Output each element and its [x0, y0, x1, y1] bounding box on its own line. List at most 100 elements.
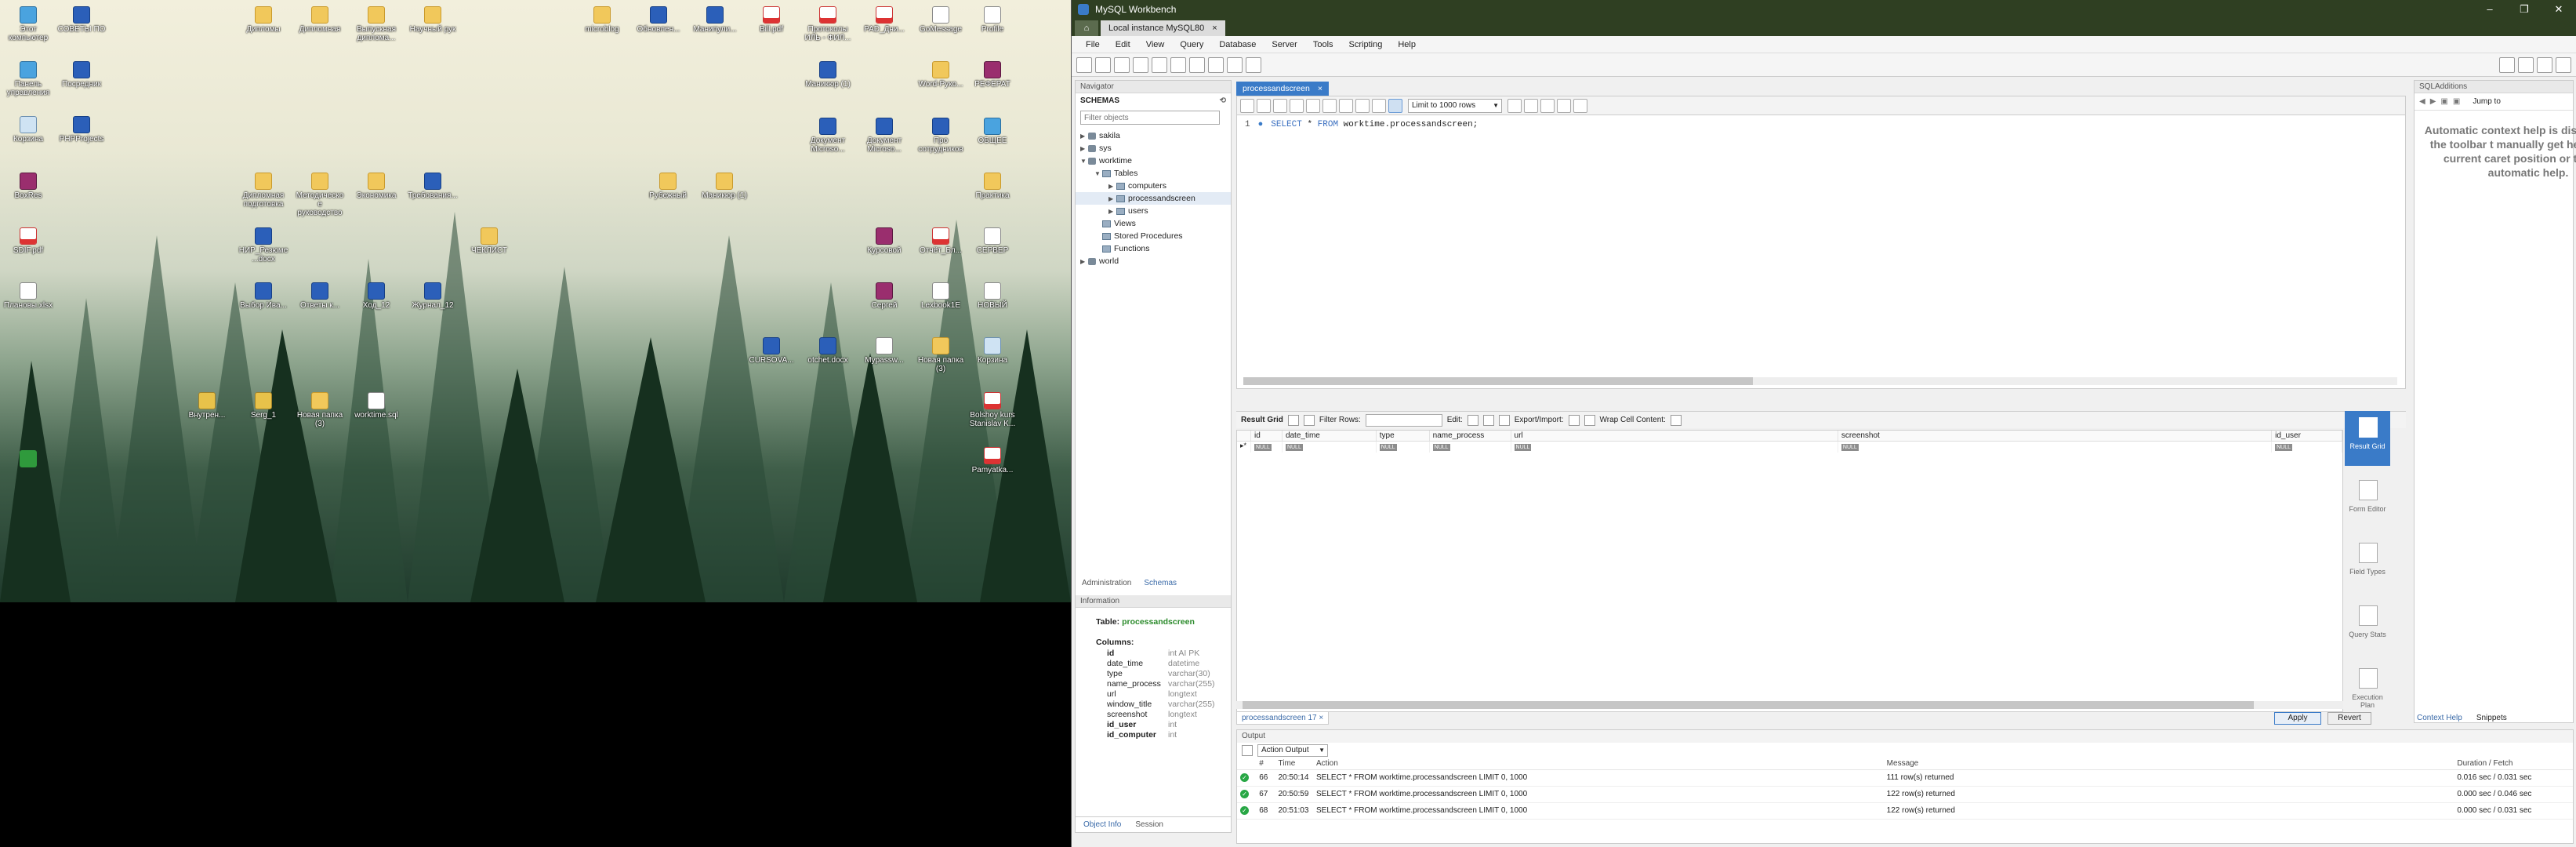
grid-column-header[interactable]: type — [1377, 431, 1430, 441]
grid-column-header[interactable]: id_user — [2272, 431, 2342, 441]
import-icon[interactable] — [1584, 414, 1595, 426]
new-sql-tab-icon[interactable] — [1076, 56, 1092, 73]
schema-tree-item[interactable]: ▶ computers — [1076, 180, 1231, 192]
limit-rows-select[interactable]: Limit to 1000 rows ▼ — [1408, 98, 1502, 113]
grid-column-header[interactable]: url — [1511, 431, 1838, 441]
schema-tree-item[interactable]: ▶ users — [1076, 205, 1231, 217]
grid-icon[interactable] — [1287, 414, 1299, 426]
expand-arrow-icon[interactable]: ▶ — [1108, 180, 1116, 193]
desktop-icon[interactable]: Отчёт_Бл... — [916, 227, 966, 255]
result-tab[interactable]: processandscreen 17 × — [1236, 711, 1330, 725]
desktop-icon[interactable] — [3, 450, 53, 469]
result-tab-close[interactable]: × — [1319, 714, 1323, 722]
menu-server[interactable]: Server — [1264, 40, 1304, 49]
output-row[interactable]: ✓ 66 20:50:14 SELECT * FROM worktime.proces… — [1237, 769, 2573, 787]
desktop-icon[interactable]: Методическое руководство — [295, 173, 345, 217]
menu-scripting[interactable]: Scripting — [1341, 40, 1391, 49]
output-list-icon[interactable] — [1242, 745, 1253, 756]
refresh-icon[interactable] — [1303, 414, 1315, 426]
expand-arrow-icon[interactable]: ▶ — [1108, 193, 1116, 205]
desktop-icon[interactable]: otchet.docx — [803, 337, 853, 365]
open-file-icon[interactable] — [1240, 98, 1254, 113]
revert-button[interactable]: Revert — [2327, 712, 2371, 725]
create-function-icon[interactable] — [1208, 56, 1224, 73]
desktop-icon[interactable]: PHPProjects — [56, 116, 107, 144]
side-button[interactable]: Execution Plan — [2345, 662, 2390, 717]
export-icon[interactable] — [1568, 414, 1580, 426]
schema-tree-item[interactable]: ▶ world — [1076, 255, 1231, 267]
favorite-icon[interactable] — [1508, 98, 1522, 113]
desktop-icon[interactable]: CURSOVA... — [746, 337, 796, 365]
create-table-icon[interactable] — [1152, 56, 1167, 73]
toggle-navigator-icon[interactable] — [2518, 56, 2534, 73]
rollback-icon[interactable] — [1372, 98, 1386, 113]
grid-cell[interactable]: NULL — [1377, 442, 1430, 453]
schema-tree-item[interactable]: Functions — [1076, 242, 1231, 255]
desktop-icon[interactable]: Ответы к... — [295, 282, 345, 310]
output-type-select[interactable]: Action Output ▼ — [1257, 744, 1328, 757]
desktop-icon[interactable]: Требования... — [408, 173, 458, 200]
desktop-icon[interactable]: SDIF.pdf — [3, 227, 53, 255]
add-row-icon[interactable] — [1482, 414, 1494, 426]
tab-context-help[interactable]: Context Help — [2414, 712, 2465, 724]
forward-arrow-icon[interactable]: ▶ — [2430, 97, 2436, 106]
create-schema-icon[interactable] — [1133, 56, 1148, 73]
tab-administration[interactable]: Administration — [1077, 576, 1136, 592]
editor-tab-close[interactable]: × — [1318, 84, 1322, 93]
schema-tree-item[interactable]: Stored Procedures — [1076, 230, 1231, 242]
explain-icon[interactable] — [1306, 98, 1320, 113]
result-grid-new-row[interactable]: ▸* NULL NULL NULL NULL NULL NULL NULL — [1237, 442, 2342, 453]
desktop-icon[interactable]: microblog — [577, 6, 627, 34]
desktop-icon[interactable]: НОВЫЙ — [967, 282, 1018, 310]
schema-tree-item[interactable]: ▶ processandscreen — [1076, 192, 1231, 205]
desktop-icon[interactable]: GoMessage — [916, 6, 966, 34]
desktop-icon[interactable]: Mypassw... — [859, 337, 909, 365]
invisible-chars-icon[interactable] — [1557, 98, 1571, 113]
desktop-icon[interactable]: Дипломы — [238, 6, 288, 34]
save-icon[interactable] — [1257, 98, 1271, 113]
wrap-lines-icon[interactable] — [1573, 98, 1587, 113]
desktop-icon[interactable]: Word-Руко... — [916, 61, 966, 89]
output-row[interactable]: ✓ 67 20:50:59 SELECT * FROM worktime.proces… — [1237, 786, 2573, 803]
grid-column-header[interactable]: name_process — [1430, 431, 1511, 441]
desktop-icon[interactable]: Serg_1 — [238, 392, 288, 420]
jump-to-select[interactable]: Jump to — [2473, 97, 2501, 106]
schema-tree-item[interactable]: ▼ worktime — [1076, 154, 1231, 167]
desktop-icon[interactable]: СЕРВЕР — [967, 227, 1018, 255]
grid-cell[interactable]: NULL — [1511, 442, 1838, 453]
desktop-icon[interactable]: Lexbook1E — [916, 282, 966, 310]
wrap-cell-icon[interactable] — [1670, 414, 1682, 426]
close-button[interactable]: ✕ — [2542, 3, 2576, 16]
desktop-icon[interactable]: НИР_Резюме...docx — [238, 227, 288, 264]
beautify-icon[interactable] — [1524, 98, 1538, 113]
side-button[interactable]: Form Editor — [2345, 474, 2390, 529]
expand-arrow-icon[interactable]: ▶ — [1080, 143, 1088, 155]
desktop-icon[interactable]: Внутрен... — [182, 392, 232, 420]
expand-arrow-icon[interactable]: ▶ — [1080, 256, 1088, 268]
side-button[interactable]: Result Grid — [2345, 411, 2390, 466]
desktop-icon[interactable]: Плановы.xlsx — [3, 282, 53, 310]
desktop-icon[interactable]: Про сотрудников — [916, 118, 966, 154]
schema-tree-item[interactable]: Views — [1076, 217, 1231, 230]
desktop-icon[interactable]: Экономика — [351, 173, 401, 200]
expand-arrow-icon[interactable]: ▼ — [1094, 168, 1102, 180]
grid-column-header[interactable]: screenshot — [1838, 431, 2273, 441]
desktop-icon[interactable]: Рубежный — [643, 173, 693, 200]
desktop-icon[interactable]: Практика — [967, 173, 1018, 200]
stop-icon[interactable] — [1322, 98, 1337, 113]
desktop-icon[interactable]: Новая папка (3) — [295, 392, 345, 428]
desktop-icon[interactable]: Курсовой — [859, 227, 909, 255]
grid-cell[interactable]: NULL — [1251, 442, 1283, 453]
edit-row-icon[interactable] — [1467, 414, 1478, 426]
desktop-icon[interactable]: Маникюр (1) — [803, 61, 853, 89]
grid-cell[interactable]: NULL — [1838, 442, 2273, 453]
commit-icon[interactable] — [1355, 98, 1370, 113]
expand-arrow-icon[interactable]: ▼ — [1080, 155, 1088, 168]
toggle-output-icon[interactable] — [2537, 56, 2552, 73]
schema-tree-item[interactable]: ▶ sakila — [1076, 129, 1231, 142]
desktop-icon[interactable]: Сергей — [859, 282, 909, 310]
desktop-icon[interactable]: Дипломная подготовка — [238, 173, 288, 209]
desktop-icon[interactable]: BoxRes — [3, 173, 53, 200]
menu-query[interactable]: Query — [1172, 40, 1211, 49]
tab-object-info[interactable]: Object Info — [1079, 820, 1126, 829]
